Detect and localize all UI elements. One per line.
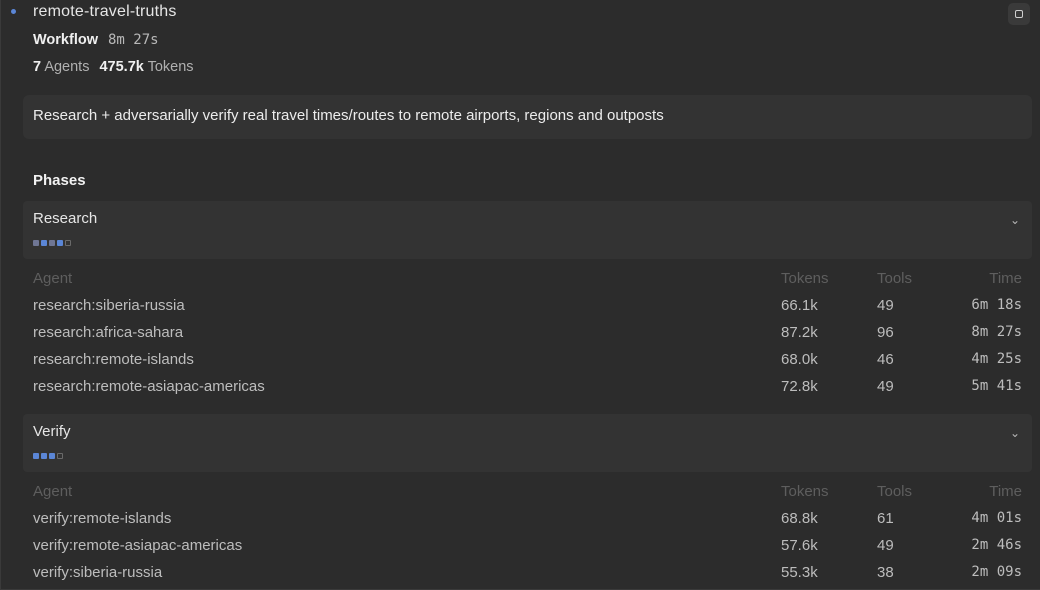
tokens-label: Tokens [147, 59, 194, 75]
column-header-tokens: Tokens [781, 483, 829, 500]
agent-time: 2m 46s [971, 537, 1022, 553]
phase-verify-header[interactable]: Verify ⌄ [23, 414, 1032, 472]
table-row[interactable]: verify:remote-asiapac-americas 57.6k 49 … [33, 537, 1022, 564]
column-header-agent: Agent [33, 483, 73, 500]
maximize-button[interactable] [1008, 3, 1030, 25]
agent-name: verify:remote-islands [33, 510, 172, 527]
agent-name: verify:siberia-russia [33, 564, 163, 581]
phase-name: Verify [33, 423, 71, 440]
agent-name: research:remote-islands [33, 351, 194, 368]
agent-time: 4m 01s [971, 510, 1022, 526]
phase-progress [33, 240, 71, 246]
phase-research-header[interactable]: Research ⌄ [23, 201, 1032, 259]
table-header-row: Agent Tokens Tools Time [33, 483, 1022, 510]
workflow-panel: remote-travel-truths Workflow 8m 27s 7 A… [0, 0, 1040, 590]
agent-tokens: 87.2k [781, 324, 818, 341]
agent-tools: 38 [877, 564, 894, 581]
workflow-title: remote-travel-truths [33, 3, 177, 20]
column-header-tools: Tools [877, 483, 913, 500]
progress-segment-complete [57, 240, 63, 246]
progress-segment-pending [57, 453, 63, 459]
agent-tokens: 72.8k [781, 378, 818, 395]
agent-time: 4m 25s [971, 351, 1022, 367]
progress-segment-complete [33, 453, 39, 459]
progress-segment-complete [33, 240, 39, 246]
agent-name: verify:remote-asiapac-americas [33, 537, 243, 554]
column-header-time: Time [989, 270, 1022, 287]
progress-segment-complete [49, 240, 55, 246]
workflow-stats: 7 Agents 475.7k Tokens [33, 59, 194, 75]
table-row[interactable]: verify:remote-islands 68.8k 61 4m 01s [33, 510, 1022, 537]
progress-segment-pending [65, 240, 71, 246]
agent-tools: 49 [877, 297, 894, 314]
agent-tokens: 57.6k [781, 537, 818, 554]
table-header-row: Agent Tokens Tools Time [33, 270, 1022, 297]
agent-name: research:africa-sahara [33, 324, 184, 341]
table-row[interactable]: verify:siberia-russia 55.3k 38 2m 09s [33, 564, 1022, 590]
agent-tokens: 55.3k [781, 564, 818, 581]
agent-time: 2m 09s [971, 564, 1022, 580]
chevron-down-icon[interactable]: ⌄ [1010, 213, 1020, 227]
agent-tokens: 66.1k [781, 297, 818, 314]
agent-tokens: 68.8k [781, 510, 818, 527]
column-header-agent: Agent [33, 270, 73, 287]
workflow-type-label: Workflow [33, 32, 98, 48]
agent-tools: 49 [877, 537, 894, 554]
agent-name: research:siberia-russia [33, 297, 185, 314]
progress-segment-complete [41, 453, 47, 459]
table-row[interactable]: research:remote-islands 68.0k 46 4m 25s [33, 351, 1022, 378]
agent-tools: 46 [877, 351, 894, 368]
column-header-time: Time [989, 483, 1022, 500]
workflow-description: Research + adversarially verify real tra… [23, 95, 1032, 139]
phase-name: Research [33, 210, 98, 227]
agents-table-verify: Agent Tokens Tools Time verify:remote-is… [33, 483, 1022, 590]
column-header-tools: Tools [877, 270, 913, 287]
agents-table-research: Agent Tokens Tools Time research:siberia… [33, 270, 1022, 405]
progress-segment-complete [41, 240, 47, 246]
square-icon [1015, 10, 1023, 18]
workflow-meta: Workflow 8m 27s [33, 32, 159, 48]
agent-tools: 49 [877, 378, 894, 395]
agent-time: 5m 41s [971, 378, 1022, 394]
phase-progress [33, 453, 63, 459]
workflow-header: remote-travel-truths Workflow 8m 27s 7 A… [1, 0, 1040, 90]
agent-time: 8m 27s [971, 324, 1022, 340]
table-row[interactable]: research:africa-sahara 87.2k 96 8m 27s [33, 324, 1022, 351]
table-row[interactable]: research:siberia-russia 66.1k 49 6m 18s [33, 297, 1022, 324]
agent-tokens: 68.0k [781, 351, 818, 368]
agent-tools: 61 [877, 510, 894, 527]
workflow-elapsed: 8m 27s [107, 32, 159, 48]
progress-segment-complete [49, 453, 55, 459]
agents-label: Agents [44, 59, 90, 75]
status-dot [11, 9, 16, 14]
agent-time: 6m 18s [971, 297, 1022, 313]
agents-count: 7 [33, 59, 42, 75]
phases-heading: Phases [33, 172, 86, 189]
agent-tools: 96 [877, 324, 894, 341]
tokens-count: 475.7k [99, 59, 144, 75]
column-header-tokens: Tokens [781, 270, 829, 287]
table-row[interactable]: research:remote-asiapac-americas 72.8k 4… [33, 378, 1022, 405]
agent-name: research:remote-asiapac-americas [33, 378, 265, 395]
chevron-down-icon[interactable]: ⌄ [1010, 426, 1020, 440]
